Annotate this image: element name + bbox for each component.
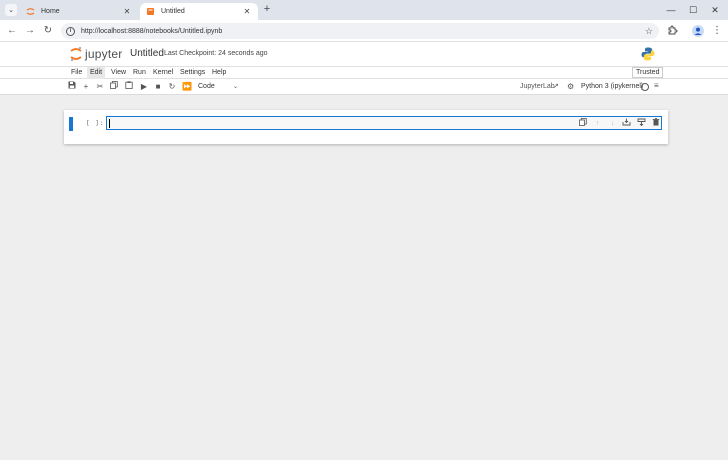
- close-icon[interactable]: ✕: [122, 7, 132, 16]
- cell-prompt: [ ]:: [86, 120, 105, 127]
- tab-home[interactable]: Home ✕: [20, 3, 138, 20]
- back-arrow-icon[interactable]: ←: [5, 24, 19, 38]
- menu-file[interactable]: File: [68, 67, 85, 79]
- duplicate-cell-icon[interactable]: [577, 118, 588, 129]
- cell-collapser[interactable]: [69, 117, 73, 131]
- jupyter-logo-text: jupyter: [85, 47, 123, 61]
- save-icon[interactable]: [66, 81, 78, 93]
- menu-help[interactable]: Help: [209, 67, 229, 79]
- gear-icon[interactable]: ⚙: [567, 82, 574, 91]
- code-cell-editor[interactable]: ↑ ↓: [106, 116, 662, 130]
- close-icon[interactable]: ✕: [242, 7, 252, 16]
- kernel-status-icon: [641, 83, 649, 91]
- new-tab-button[interactable]: +: [261, 4, 273, 16]
- add-cell-icon[interactable]: +: [80, 81, 92, 93]
- notebook-toolbar: + ✂ ▶ ■ ↻ ⏩ Code ⌄ JupyterLab ↗ ⚙ Python…: [0, 79, 728, 95]
- kernel-name[interactable]: Python 3 (ipykernel): [581, 82, 643, 92]
- tab-title: Untitled: [161, 8, 185, 15]
- reload-icon[interactable]: ↻: [41, 24, 55, 38]
- jupyterlab-link[interactable]: JupyterLab: [520, 82, 555, 92]
- bookmark-star-icon[interactable]: ☆: [645, 26, 653, 37]
- paste-icon[interactable]: [123, 81, 135, 93]
- chevron-down-icon: ⌄: [232, 84, 238, 90]
- forward-arrow-icon[interactable]: →: [23, 24, 37, 38]
- site-info-icon[interactable]: i: [66, 26, 75, 36]
- menu-kernel[interactable]: Kernel: [150, 67, 176, 79]
- text-caret: [109, 119, 110, 128]
- tab-search-button[interactable]: ⌄: [5, 4, 17, 16]
- jupyter-logo-icon: [70, 46, 82, 62]
- address-bar[interactable]: i http://localhost:8888/notebooks/Untitl…: [61, 23, 659, 39]
- restart-icon[interactable]: ↻: [166, 81, 178, 93]
- run-icon[interactable]: ▶: [138, 81, 150, 93]
- hamburger-menu-icon[interactable]: ≡: [654, 81, 659, 90]
- jupyter-header: jupyter Untitled Last Checkpoint: 24 sec…: [0, 42, 728, 66]
- minimize-icon[interactable]: —: [660, 3, 682, 17]
- window-close-icon[interactable]: ✕: [704, 3, 726, 17]
- browser-menu-icon[interactable]: ⋮: [712, 24, 722, 38]
- copy-icon[interactable]: [108, 81, 120, 93]
- browser-tabstrip: ⌄ Home ✕ Untitled ✕ + — ☐ ✕: [0, 0, 728, 20]
- notebook-panel: [ ]: ↑ ↓: [64, 110, 668, 144]
- move-down-icon[interactable]: ↓: [607, 118, 618, 129]
- cell-type-select[interactable]: Code ⌄: [198, 82, 240, 92]
- browser-toolbar: ← → ↻ i http://localhost:8888/notebooks/…: [0, 20, 728, 42]
- delete-cell-icon[interactable]: [650, 118, 661, 129]
- menu-settings[interactable]: Settings: [177, 67, 208, 79]
- stop-icon[interactable]: ■: [152, 81, 164, 93]
- notebook-favicon-icon: [146, 7, 155, 16]
- trusted-indicator[interactable]: Trusted: [632, 67, 664, 78]
- menu-edit[interactable]: Edit: [87, 67, 106, 79]
- tab-untitled[interactable]: Untitled ✕: [140, 3, 258, 20]
- menu-view[interactable]: View: [108, 67, 129, 79]
- insert-below-icon[interactable]: [636, 118, 647, 129]
- fast-forward-icon[interactable]: ⏩: [181, 81, 193, 93]
- menu-run[interactable]: Run: [130, 67, 149, 79]
- profile-avatar-icon[interactable]: [692, 25, 704, 37]
- notebook-title[interactable]: Untitled: [130, 48, 164, 59]
- cell-type-value: Code: [198, 83, 215, 90]
- insert-above-icon[interactable]: [621, 118, 632, 129]
- cut-icon[interactable]: ✂: [94, 81, 106, 93]
- maximize-icon[interactable]: ☐: [682, 3, 704, 17]
- python-logo-icon: [640, 46, 656, 62]
- move-up-icon[interactable]: ↑: [592, 118, 603, 129]
- jupyter-favicon-icon: [26, 7, 35, 16]
- menu-bar: File Edit View Run Kernel Settings Help …: [0, 66, 728, 79]
- jupyter-logo[interactable]: jupyter: [70, 46, 122, 62]
- external-link-icon[interactable]: ↗: [553, 82, 559, 90]
- url-text[interactable]: http://localhost:8888/notebooks/Untitled…: [81, 28, 645, 35]
- checkpoint-status: Last Checkpoint: 24 seconds ago: [164, 50, 268, 57]
- tab-title: Home: [41, 8, 60, 15]
- extensions-icon[interactable]: [666, 25, 678, 37]
